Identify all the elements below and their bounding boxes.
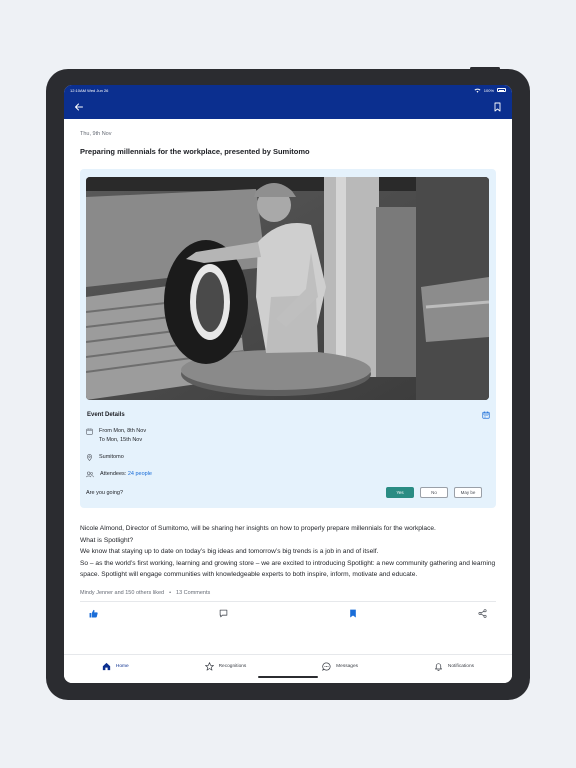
tab-recognitions[interactable]: Recognitions — [204, 662, 247, 671]
body-paragraph: Nicole Almond, Director of Sumitomo, wil… — [80, 525, 436, 532]
battery-percent: 100% — [483, 87, 494, 93]
status-bar: 12:10AM Wed Jun 26 100% — [64, 85, 512, 95]
event-date-from: From Mon, 8th Nov — [99, 428, 147, 434]
tab-home-label: Home — [115, 664, 129, 669]
tab-notifications-label: Notifications — [447, 664, 475, 669]
body-paragraph: So – as the world’s first working, learn… — [80, 559, 496, 579]
post-actions — [80, 602, 496, 620]
tab-messages-label: Messages — [336, 664, 359, 669]
bookmark-outline-icon[interactable] — [493, 102, 502, 112]
comment-icon[interactable] — [219, 609, 228, 618]
thumbs-up-icon[interactable] — [89, 609, 98, 618]
engagement-summary: Mindy Jenner and 150 others liked • 13 C… — [80, 590, 496, 596]
event-date-to: To Mon, 15th Nov — [99, 437, 143, 443]
app-screen: 12:10AM Wed Jun 26 100% Thu, 9th Nov Pre… — [64, 85, 512, 683]
back-arrow-icon[interactable] — [74, 102, 84, 112]
event-attendees-row: Attendees: 24 people — [86, 470, 490, 479]
likes-summary[interactable]: Mindy Jenner and 150 others liked — [80, 590, 164, 596]
app-bar — [64, 95, 512, 119]
event-location-row: Sumitomo — [86, 453, 490, 462]
post-title: Preparing millennials for the workplace,… — [80, 147, 310, 156]
people-icon — [86, 471, 94, 478]
tab-messages[interactable]: Messages — [322, 662, 358, 671]
rsvp-question: Are you going? — [86, 489, 123, 496]
attendees-label: Attendees: — [100, 471, 127, 477]
bookmark-icon[interactable] — [349, 609, 357, 618]
comments-count[interactable]: 13 Comments — [176, 590, 210, 596]
add-to-calendar-icon[interactable] — [482, 411, 490, 419]
status-time: 12:10AM Wed Jun 26 — [70, 87, 109, 93]
rsvp-row: Are you going? Yes No May be — [86, 487, 490, 498]
message-icon — [322, 662, 331, 671]
rsvp-maybe-button[interactable]: May be — [454, 487, 482, 498]
battery-icon — [497, 88, 506, 92]
bottom-tab-bar: Home Recognitions Messages Notifications — [64, 654, 512, 683]
home-indicator — [258, 676, 318, 678]
event-details-title: Event Details — [87, 412, 125, 418]
event-photo — [86, 177, 489, 400]
home-icon — [102, 662, 111, 671]
rsvp-no-button[interactable]: No — [420, 487, 448, 498]
post-content: Thu, 9th Nov Preparing millennials for t… — [64, 131, 512, 620]
calendar-icon — [86, 428, 93, 435]
bell-icon — [434, 663, 442, 671]
post-body: Nicole Almond, Director of Sumitomo, wil… — [80, 523, 496, 581]
rsvp-yes-button[interactable]: Yes — [386, 487, 414, 498]
attendees-link[interactable]: 24 people — [128, 471, 152, 477]
meta-separator: • — [169, 589, 172, 596]
star-icon — [204, 662, 214, 671]
body-paragraph: We know that staying up to date on today… — [80, 548, 379, 555]
share-icon[interactable] — [478, 608, 487, 618]
tab-home[interactable]: Home — [102, 662, 129, 671]
body-paragraph: What is Spotlight? — [80, 536, 134, 544]
location-pin-icon — [87, 454, 92, 461]
event-dates-row: From Mon, 8th Nov To Mon, 15th Nov — [86, 427, 490, 445]
tab-notifications[interactable]: Notifications — [434, 662, 474, 671]
wifi-icon — [474, 88, 481, 93]
post-date: Thu, 9th Nov — [80, 131, 112, 137]
event-location: Sumitomo — [99, 454, 124, 460]
tab-recognitions-label: Recognitions — [218, 664, 247, 669]
event-card: Event Details From Mon, 8th Nov To Mon, … — [80, 169, 496, 508]
